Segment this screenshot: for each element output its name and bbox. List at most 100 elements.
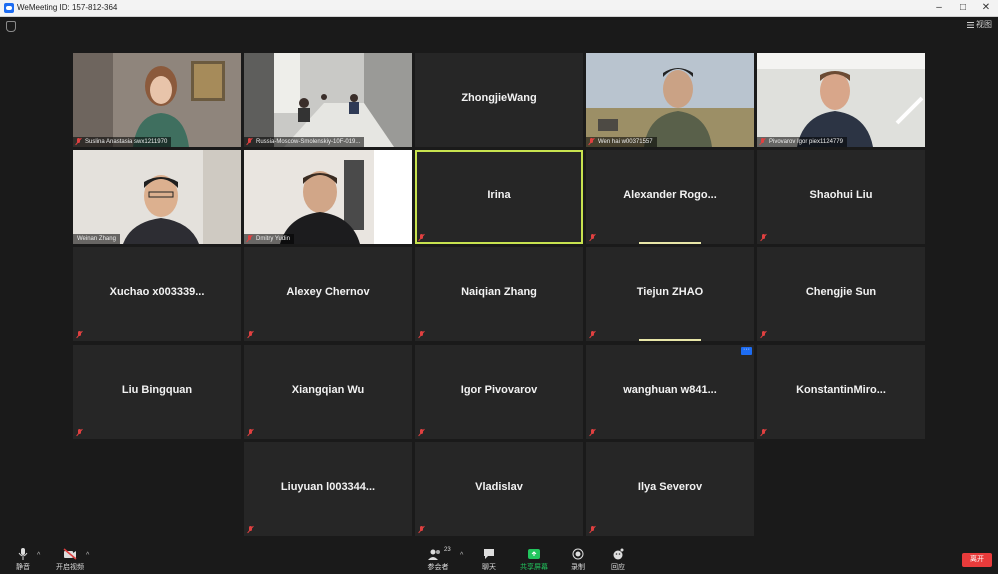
speaking-indicator [639, 242, 701, 244]
participants-options-caret-icon[interactable]: ^ [460, 552, 463, 559]
mic-muted-icon [590, 331, 596, 338]
video-tile[interactable]: Pivovarov Igor piex1124779 [757, 53, 925, 147]
security-shield-icon[interactable] [6, 21, 16, 32]
share-screen-button[interactable]: 共享屏幕 [517, 548, 551, 572]
start-video-label: 开启视频 [56, 564, 84, 571]
participant-name-label: Russia-Moscow-Smolenskiy-10F-019... [244, 137, 365, 147]
mic-muted-icon [419, 331, 425, 338]
name-tile[interactable]: Naiqian Zhang [415, 247, 583, 341]
mic-muted-icon [761, 234, 767, 241]
name-tile[interactable]: wanghuan w841... ··· [586, 345, 754, 439]
mic-muted-icon [760, 138, 766, 145]
chat-button[interactable]: 聊天 [478, 548, 500, 572]
window-title: WeMeeting ID: 157-812-364 [17, 3, 118, 12]
mic-muted-icon [248, 331, 254, 338]
mic-muted-icon [247, 235, 253, 242]
name-tile[interactable]: ZhongjieWang [415, 53, 583, 147]
mic-muted-icon [247, 138, 253, 145]
mic-muted-icon [761, 429, 767, 436]
video-tile[interactable]: Wen hai w00371557 [586, 53, 754, 147]
name-tile[interactable]: Alexander Rogo... [586, 150, 754, 244]
close-button[interactable]: ✕ [976, 1, 996, 15]
participant-video [244, 150, 412, 244]
start-video-button[interactable]: 开启视频 [52, 548, 88, 572]
name-tile[interactable]: Igor Pivovarov [415, 345, 583, 439]
maximize-button[interactable]: □ [953, 1, 973, 15]
speaking-indicator [639, 339, 701, 341]
name-tile[interactable]: Xiangqian Wu [244, 345, 412, 439]
participant-name: Naiqian Zhang [461, 286, 537, 298]
wemeeting-logo-icon [4, 3, 14, 13]
reaction-emoji-icon [613, 548, 624, 560]
mic-muted-icon [589, 138, 595, 145]
record-icon [572, 548, 584, 560]
participant-name: KonstantinMiro... [796, 384, 886, 396]
mic-muted-icon [76, 138, 82, 145]
participant-name: Chengjie Sun [805, 286, 877, 298]
mic-muted-icon [761, 331, 767, 338]
view-button[interactable]: 视图 [967, 20, 992, 30]
participant-name: Xuchao x003339... [109, 286, 205, 298]
name-tile[interactable]: Ilya Severov [586, 442, 754, 536]
more-options-icon[interactable]: ··· [741, 346, 752, 355]
participant-name: Xiangqian Wu [291, 384, 365, 396]
participant-name: Liuyuan l003344... [280, 481, 376, 493]
mic-muted-icon [77, 331, 83, 338]
minimize-button[interactable]: – [929, 1, 949, 15]
mic-muted-icon [590, 429, 596, 436]
mute-button-label: 静音 [16, 564, 30, 571]
reactions-button[interactable]: 回应 [607, 548, 629, 572]
share-screen-label: 共享屏幕 [520, 564, 548, 571]
participants-button[interactable]: 23 参会者 [423, 547, 453, 572]
name-tile[interactable]: Shaohui Liu [757, 150, 925, 244]
camera-off-icon [63, 548, 77, 560]
name-tile[interactable]: KonstantinMiro... [757, 345, 925, 439]
participant-name: Alexey Chernov [286, 286, 370, 298]
video-options-caret-icon[interactable]: ^ [86, 552, 89, 559]
chat-icon [484, 549, 494, 559]
participant-name-label: Suslina Anastasia swx1211970 [73, 137, 172, 147]
participant-name-label: Weinan Zhang [73, 234, 120, 244]
name-tile[interactable]: Xuchao x003339... [73, 247, 241, 341]
participant-video [586, 53, 754, 147]
name-tile[interactable]: Liuyuan l003344... [244, 442, 412, 536]
participant-name: wanghuan w841... [623, 384, 717, 396]
participant-name: ZhongjieWang [461, 92, 537, 104]
meeting-toolbar: 静音 ^ 开启视频 ^ 23 参会者 ^ 聊天 共享屏幕 录制 回应 离开 [0, 544, 998, 574]
name-tile[interactable]: Alexey Chernov [244, 247, 412, 341]
mic-muted-icon [419, 234, 425, 241]
mic-muted-icon [419, 429, 425, 436]
participant-name: Shaohui Liu [809, 189, 873, 201]
name-tile[interactable]: Liu Bingquan [73, 345, 241, 439]
record-button[interactable]: 录制 [567, 548, 589, 572]
reactions-label: 回应 [611, 564, 625, 571]
participant-name-label: Dmitry Yudin [244, 234, 294, 244]
video-tile[interactable]: Russia-Moscow-Smolenskiy-10F-019... [244, 53, 412, 147]
participant-name-label: Wen hai w00371557 [586, 137, 657, 147]
participant-name: Liu Bingquan [121, 384, 193, 396]
name-tile[interactable]: Chengjie Sun [757, 247, 925, 341]
mic-muted-icon [590, 526, 596, 533]
mic-muted-icon [590, 234, 596, 241]
participant-name: Vladislav [475, 481, 523, 493]
participant-name: Igor Pivovarov [460, 384, 538, 396]
leave-meeting-button[interactable]: 离开 [962, 553, 992, 567]
mute-button[interactable]: 静音 [12, 548, 34, 572]
video-tile[interactable]: Dmitry Yudin [244, 150, 412, 244]
video-tile[interactable]: Weinan Zhang [73, 150, 241, 244]
title-bar: WeMeeting ID: 157-812-364 – □ ✕ [0, 0, 998, 17]
name-tile-active-speaker[interactable]: Irina [415, 150, 583, 244]
name-tile[interactable]: Vladislav [415, 442, 583, 536]
video-tile[interactable]: Suslina Anastasia swx1211970 [73, 53, 241, 147]
participant-name: Ilya Severov [637, 481, 703, 493]
conference-room-video [244, 53, 412, 147]
mic-muted-icon [419, 526, 425, 533]
audio-options-caret-icon[interactable]: ^ [37, 552, 40, 559]
chat-label: 聊天 [482, 564, 496, 571]
name-tile[interactable]: Tiejun ZHAO [586, 247, 754, 341]
view-button-label: 视图 [976, 20, 992, 29]
participants-icon: 23 [426, 547, 451, 560]
mic-muted-icon [248, 526, 254, 533]
grid-view-icon [967, 21, 974, 28]
participant-name: Alexander Rogo... [623, 189, 717, 201]
